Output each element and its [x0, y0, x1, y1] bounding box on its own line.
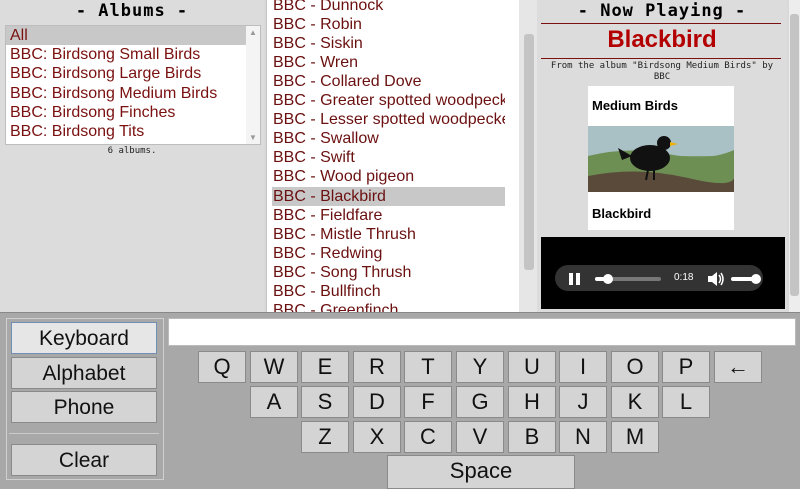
now-playing-header: - Now Playing - — [577, 1, 747, 21]
album-item[interactable]: BBC: Birdsong Large Birds — [6, 64, 260, 83]
track-title: Blackbird — [607, 26, 717, 53]
key-k[interactable]: K — [611, 386, 659, 418]
key-q[interactable]: Q — [198, 351, 246, 383]
track-item[interactable]: BBC - Redwing — [273, 244, 505, 263]
key-l[interactable]: L — [662, 386, 710, 418]
cover-album-text: Medium Birds — [592, 98, 678, 113]
alphabet-mode-button[interactable]: Alphabet — [11, 357, 157, 389]
search-input[interactable] — [168, 318, 796, 346]
track-item[interactable]: BBC - Swift — [273, 148, 505, 167]
track-item[interactable]: BBC - Greater spotted woodpecker — [273, 91, 505, 110]
key-c[interactable]: C — [404, 421, 452, 453]
key-j[interactable]: J — [559, 386, 607, 418]
track-item[interactable]: BBC - Mistle Thrush — [273, 225, 505, 244]
key-y[interactable]: Y — [456, 351, 504, 383]
album-count: 6 albums. — [107, 146, 157, 156]
albums-panel: - Albums - All BBC: Birdsong Small Birds… — [0, 0, 264, 312]
scroll-down-arrow-icon[interactable]: ▼ — [246, 133, 260, 142]
blackbird-photo — [588, 126, 734, 192]
backspace-key[interactable]: ← — [714, 351, 762, 383]
scroll-up-arrow-icon[interactable]: ▲ — [246, 28, 260, 37]
keyboard-mode-button[interactable]: Keyboard — [11, 322, 157, 354]
pause-icon[interactable] — [569, 273, 581, 285]
key-n[interactable]: N — [559, 421, 607, 453]
key-g[interactable]: G — [456, 386, 504, 418]
key-z[interactable]: Z — [301, 421, 349, 453]
track-list[interactable]: BBC - Dunnock BBC - Robin BBC - Siskin B… — [266, 0, 520, 312]
track-item[interactable]: BBC - Collared Dove — [273, 72, 505, 91]
track-item[interactable]: BBC - Robin — [273, 15, 505, 34]
track-item[interactable]: BBC - Dunnock — [273, 0, 505, 15]
key-b[interactable]: B — [508, 421, 556, 453]
album-attribution-artist: BBC — [653, 72, 671, 82]
track-item[interactable]: BBC - Swallow — [273, 129, 505, 148]
audio-player: 0:18 — [541, 237, 785, 309]
key-i[interactable]: I — [559, 351, 607, 383]
volume-icon[interactable] — [707, 271, 725, 287]
track-list-scroll-thumb[interactable] — [524, 34, 534, 270]
key-h[interactable]: H — [508, 386, 556, 418]
track-item[interactable]: BBC - Greenfinch — [273, 301, 505, 312]
key-w[interactable]: W — [250, 351, 298, 383]
album-item[interactable]: BBC: Birdsong Finches — [6, 103, 260, 122]
track-item[interactable]: BBC - Song Thrush — [273, 263, 505, 282]
key-r[interactable]: R — [353, 351, 401, 383]
key-x[interactable]: X — [353, 421, 401, 453]
key-f[interactable]: F — [404, 386, 452, 418]
albums-header: - Albums - — [75, 1, 189, 21]
album-item[interactable]: BBC: Birdsong Small Birds — [6, 45, 260, 64]
track-item[interactable]: BBC - Wren — [273, 53, 505, 72]
cover-track-text: Blackbird — [592, 206, 652, 221]
track-item[interactable]: BBC - Siskin — [273, 34, 505, 53]
album-attribution: From the album "Birdsong Medium Birds" b… — [537, 61, 787, 83]
input-mode-panel: Keyboard Alphabet Phone Clear — [6, 318, 164, 480]
space-key[interactable]: Space — [387, 455, 575, 489]
key-u[interactable]: U — [508, 351, 556, 383]
key-e[interactable]: E — [301, 351, 349, 383]
album-attribution-line: From the album "Birdsong Medium Birds" b… — [550, 61, 774, 71]
album-list-scrollbar[interactable]: ▲ ▼ — [246, 26, 260, 144]
key-o[interactable]: O — [611, 351, 659, 383]
key-t[interactable]: T — [404, 351, 452, 383]
key-m[interactable]: M — [611, 421, 659, 453]
on-screen-keyboard-area: Keyboard Alphabet Phone Clear Q W E R T … — [0, 312, 800, 489]
album-cover: Medium Birds Blackbird — [588, 86, 734, 230]
divider — [9, 433, 159, 434]
album-item[interactable]: BBC: Birdsong Medium Birds — [6, 84, 260, 103]
track-item[interactable]: BBC - Bullfinch — [273, 282, 505, 301]
album-item[interactable]: All — [6, 26, 246, 46]
key-a[interactable]: A — [250, 386, 298, 418]
page-scrollbar[interactable] — [789, 0, 800, 312]
divider — [541, 58, 781, 59]
track-item[interactable]: BBC - Lesser spotted woodpecker — [273, 110, 505, 129]
key-s[interactable]: S — [301, 386, 349, 418]
page-scroll-thumb[interactable] — [790, 14, 799, 296]
album-item[interactable]: BBC: Birdsong Tits — [6, 122, 260, 141]
clear-button[interactable]: Clear — [11, 444, 157, 476]
track-item[interactable]: BBC - Fieldfare — [273, 206, 505, 225]
volume-handle[interactable] — [751, 274, 761, 284]
album-list[interactable]: All BBC: Birdsong Small Birds BBC: Birds… — [5, 25, 261, 145]
playback-time: 0:18 — [674, 272, 694, 283]
key-p[interactable]: P — [662, 351, 710, 383]
divider — [541, 23, 781, 24]
seek-handle[interactable] — [603, 274, 613, 284]
key-v[interactable]: V — [456, 421, 504, 453]
track-item[interactable]: BBC - Wood pigeon — [273, 167, 505, 186]
track-item-selected[interactable]: BBC - Blackbird — [272, 187, 505, 206]
phone-mode-button[interactable]: Phone — [11, 391, 157, 423]
key-d[interactable]: D — [353, 386, 401, 418]
now-playing-panel: - Now Playing - Blackbird From the album… — [537, 0, 787, 312]
